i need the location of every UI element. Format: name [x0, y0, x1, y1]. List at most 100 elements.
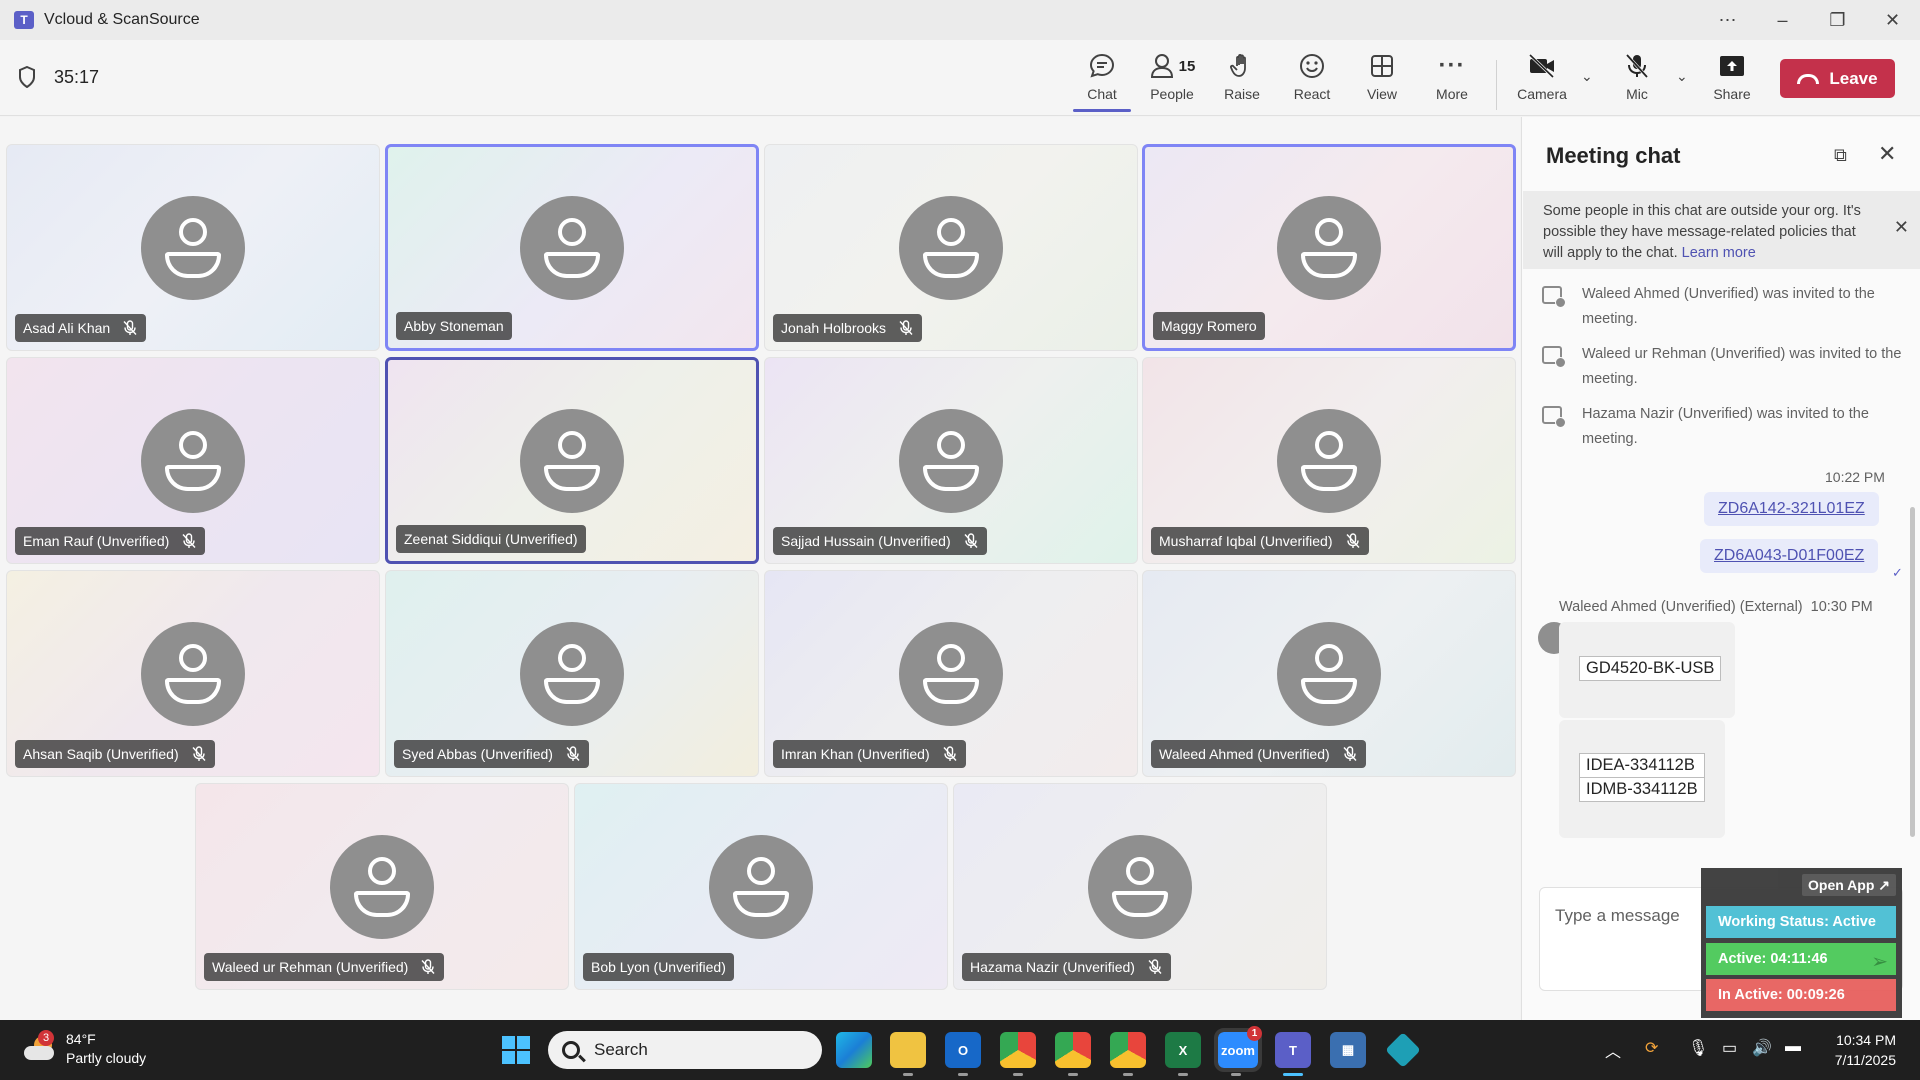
participant-name-tag: Hazama Nazir (Unverified)	[962, 953, 1171, 981]
mic-button[interactable]: Mic	[1605, 50, 1669, 110]
participant-tile[interactable]: Imran Khan (Unverified)	[764, 570, 1138, 777]
search-label: Search	[594, 1040, 648, 1059]
learn-more-link[interactable]: Learn more	[1682, 245, 1756, 261]
file-explorer-icon[interactable]	[890, 1032, 926, 1076]
mic-options-chevron-icon[interactable]: ⌄	[1676, 68, 1688, 85]
meeting-toolbar: 35:17 Chat 15 People Raise React View ··…	[0, 40, 1920, 116]
participant-name: Sajjad Hussain (Unverified)	[781, 533, 951, 549]
participant-name-tag: Bob Lyon (Unverified)	[583, 953, 734, 981]
taskbar-search[interactable]: Search	[548, 1031, 822, 1069]
message-code: GD4520-BK-USB	[1579, 656, 1722, 681]
participant-tile[interactable]: Maggy Romero	[1142, 144, 1516, 351]
excel-icon[interactable]: X	[1165, 1032, 1201, 1076]
share-label: Share	[1713, 86, 1751, 102]
participant-tile[interactable]: Asad Ali Khan	[6, 144, 380, 351]
part-number-link[interactable]: ZD6A043-D01F00EZ	[1714, 547, 1864, 564]
their-message[interactable]: IDEA-334112B IDMB-334112B	[1559, 720, 1725, 838]
send-icon[interactable]: ➢	[1871, 949, 1888, 974]
avatar-placeholder-icon	[899, 408, 1003, 513]
dismiss-notice-icon[interactable]: ✕	[1894, 217, 1909, 238]
more-options-icon[interactable]: ⋯	[1700, 0, 1755, 40]
participant-tile[interactable]: Waleed ur Rehman (Unverified)	[195, 783, 569, 990]
open-app-button[interactable]: Open App ↗	[1802, 874, 1896, 896]
participant-name: Ahsan Saqib (Unverified)	[23, 746, 179, 762]
participant-tile[interactable]: Ahsan Saqib (Unverified)	[6, 570, 380, 777]
close-window-button[interactable]: ✕	[1865, 0, 1920, 40]
participant-tile[interactable]: Waleed Ahmed (Unverified)	[1142, 570, 1516, 777]
maximize-button[interactable]: ❐	[1810, 0, 1865, 40]
teams-icon: T	[14, 11, 34, 29]
close-chat-icon[interactable]: ✕	[1878, 141, 1896, 167]
volume-icon[interactable]: 🔊	[1752, 1038, 1772, 1058]
participant-name-tag: Abby Stoneman	[396, 312, 512, 340]
minimize-button[interactable]: –	[1755, 0, 1810, 40]
more-button[interactable]: ··· More	[1420, 50, 1484, 110]
chat-scrollbar[interactable]	[1910, 507, 1915, 837]
app-diamond-icon[interactable]	[1385, 1032, 1421, 1068]
their-message[interactable]: GD4520-BK-USB	[1559, 622, 1735, 718]
participant-name-tag: Zeenat Siddiqui (Unverified)	[396, 525, 586, 553]
system-message-text: Waleed ur Rehman (Unverified) was invite…	[1582, 346, 1902, 387]
raise-hand-button[interactable]: Raise	[1210, 50, 1274, 110]
participant-tile[interactable]: Zeenat Siddiqui (Unverified)	[385, 357, 759, 564]
zoom-icon[interactable]: zoom 1	[1214, 1026, 1262, 1076]
chrome-profile-icon[interactable]	[1055, 1032, 1091, 1076]
battery-icon[interactable]: ▬	[1785, 1038, 1801, 1056]
participant-tile[interactable]: Musharraf Iqbal (Unverified)	[1142, 357, 1516, 564]
part-number-link[interactable]: ZD6A142-321L01EZ	[1718, 500, 1865, 517]
sync-icon[interactable]: ⟳	[1645, 1038, 1658, 1058]
mic-muted-icon	[191, 746, 207, 762]
windows-start-icon[interactable]	[502, 1036, 530, 1064]
show-hidden-icons-chevron-icon[interactable]: ︿	[1605, 1038, 1621, 1062]
message-code: IDMB-334112B	[1579, 778, 1705, 802]
invite-icon	[1542, 346, 1566, 368]
participant-name: Musharraf Iqbal (Unverified)	[1159, 533, 1333, 549]
outlook-icon[interactable]: O	[945, 1032, 981, 1076]
react-button[interactable]: React	[1280, 50, 1344, 110]
leave-button[interactable]: Leave	[1780, 59, 1895, 98]
teams-taskbar-icon[interactable]: T	[1275, 1032, 1311, 1076]
taskbar-clock[interactable]: 10:34 PM 7/11/2025	[1835, 1030, 1896, 1070]
timer-text: 35:17	[54, 66, 100, 87]
edge-icon[interactable]	[836, 1032, 872, 1068]
view-button[interactable]: View	[1350, 50, 1414, 110]
participant-tile[interactable]: Jonah Holbrooks	[764, 144, 1138, 351]
weather-badge: 3	[38, 1030, 54, 1046]
participant-tile[interactable]: Sajjad Hussain (Unverified)	[764, 357, 1138, 564]
my-message-time: 10:22 PM	[1825, 469, 1885, 485]
chat-button[interactable]: Chat	[1070, 50, 1134, 110]
mic-muted-icon	[1342, 746, 1358, 762]
camera-options-chevron-icon[interactable]: ⌄	[1581, 68, 1593, 85]
my-message[interactable]: ZD6A043-D01F00EZ	[1700, 539, 1879, 573]
my-message[interactable]: ZD6A142-321L01EZ	[1704, 492, 1879, 526]
system-message-text: Waleed Ahmed (Unverified) was invited to…	[1582, 286, 1875, 327]
network-icon[interactable]: ▭	[1722, 1038, 1737, 1058]
chrome-icon[interactable]	[1000, 1032, 1036, 1076]
avatar-placeholder-icon	[1088, 834, 1192, 939]
zoom-badge: 1	[1247, 1026, 1262, 1041]
participant-name: Waleed ur Rehman (Unverified)	[212, 959, 409, 975]
avatar-placeholder-icon	[141, 195, 245, 300]
raise-hand-icon	[1230, 53, 1246, 77]
participant-tile[interactable]: Hazama Nazir (Unverified)	[953, 783, 1327, 990]
mic-muted-tray-icon[interactable]: 🎙	[1688, 1038, 1708, 1058]
avatar-placeholder-icon	[141, 408, 245, 513]
participant-tile[interactable]: Eman Rauf (Unverified)	[6, 357, 380, 564]
pop-out-icon[interactable]: ⧉	[1834, 145, 1847, 166]
avatar-placeholder-icon	[330, 834, 434, 939]
chrome-profile-2-icon[interactable]	[1110, 1032, 1146, 1076]
avatar-placeholder-icon	[141, 621, 245, 726]
avatar-placeholder-icon	[520, 195, 624, 300]
weather-widget[interactable]: 3 84°F Partly cloudy	[24, 1030, 146, 1068]
participant-tile[interactable]: Bob Lyon (Unverified)	[574, 783, 948, 990]
search-icon	[562, 1041, 580, 1059]
active-time-row: Active: 04:11:46	[1706, 943, 1896, 975]
participant-tile[interactable]: Syed Abbas (Unverified)	[385, 570, 759, 777]
share-button[interactable]: Share	[1700, 50, 1764, 110]
participant-tile[interactable]: Abby Stoneman	[385, 144, 759, 351]
camera-button[interactable]: Camera	[1510, 50, 1574, 110]
people-button[interactable]: 15 People	[1140, 50, 1204, 110]
participant-name: Waleed Ahmed (Unverified)	[1159, 746, 1330, 762]
avatar-placeholder-icon	[520, 621, 624, 726]
calculator-icon[interactable]: ▦	[1330, 1032, 1366, 1068]
